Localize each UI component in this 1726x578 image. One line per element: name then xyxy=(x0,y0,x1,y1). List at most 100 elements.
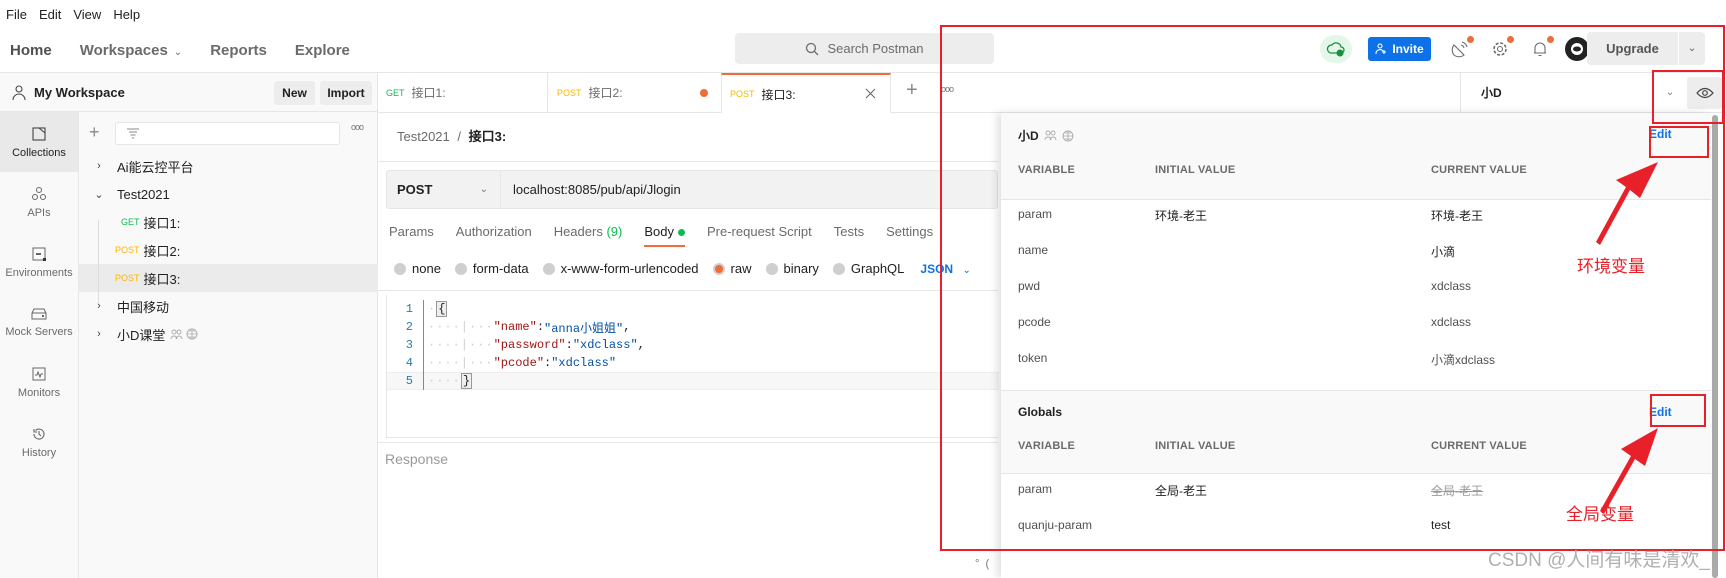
tab-label: 接口2: xyxy=(588,86,623,100)
monitors-icon xyxy=(32,367,46,380)
body-type-label: form-data xyxy=(472,261,529,276)
nav-explore[interactable]: Explore xyxy=(295,42,350,59)
method-value: POST xyxy=(397,182,433,197)
add-icon[interactable]: + xyxy=(89,120,100,144)
menu-view[interactable]: View xyxy=(73,7,101,22)
brace: } xyxy=(460,373,473,389)
collection-item[interactable]: ⌄ Test2021 xyxy=(79,180,378,208)
apis-icon xyxy=(32,186,46,200)
code-line: 3 ····|··· "password": "xdclass", xyxy=(387,336,999,354)
tab-settings[interactable]: Settings xyxy=(886,224,933,239)
divider xyxy=(378,161,998,162)
tab-label: 接口1: xyxy=(411,86,446,100)
radio-button xyxy=(542,262,555,275)
body-type-urlencoded[interactable]: x-www-form-urlencoded xyxy=(542,261,699,276)
tab-label: 接口3: xyxy=(761,87,796,102)
rail-apis[interactable]: APIs xyxy=(0,172,78,232)
line-number: 5 xyxy=(405,374,413,388)
user-icon xyxy=(12,84,26,100)
headers-count: (9) xyxy=(606,224,623,239)
rail-label: APIs xyxy=(27,206,51,219)
code-line: 4 ····|··· "pcode": "xdclass" xyxy=(387,354,999,372)
tree-guide-line xyxy=(98,220,99,304)
breadcrumb: Test2021 / 接口3: xyxy=(397,126,506,145)
import-button[interactable]: Import xyxy=(320,81,372,105)
json-key: "password" xyxy=(493,338,566,352)
menu-file[interactable]: File xyxy=(6,7,27,22)
url-input[interactable]: localhost:8085/pub/api/Jlogin xyxy=(513,171,681,208)
indent-guide: ····|··· xyxy=(428,338,494,352)
filter-input[interactable] xyxy=(115,122,340,145)
tab-authorization[interactable]: Authorization xyxy=(456,224,532,239)
annotation-env-label: 环境变量 xyxy=(1577,257,1645,276)
nav-home[interactable]: Home xyxy=(10,42,52,59)
chevron-right-icon: › xyxy=(97,300,101,312)
body-type-label: binary xyxy=(783,261,819,276)
request-item[interactable]: GET 接口1: xyxy=(79,208,378,236)
gutter xyxy=(423,300,424,318)
partial-icon: ° ( xyxy=(975,558,990,570)
indent-guide: ···· xyxy=(428,374,461,388)
rail-label: Monitors xyxy=(17,386,61,399)
radio-button xyxy=(765,262,778,275)
new-tab-icon[interactable]: + xyxy=(906,79,918,102)
tab-request-1[interactable]: GET 接口1: xyxy=(378,73,548,112)
rail-history[interactable]: History xyxy=(0,412,78,472)
menu-help[interactable]: Help xyxy=(113,7,140,22)
request-label: 接口3: xyxy=(143,271,181,287)
method-select[interactable]: POST ⌄ xyxy=(387,171,501,208)
nav-workspaces[interactable]: Workspaces ⌄ xyxy=(80,42,183,59)
workspace-bar: My Workspace New Import xyxy=(0,73,378,112)
body-type-binary[interactable]: binary xyxy=(765,261,819,276)
workspace-title[interactable]: My Workspace xyxy=(12,73,125,112)
tab-request-2[interactable]: POST 接口2: xyxy=(549,73,720,112)
rail-mock-servers[interactable]: Mock Servers xyxy=(0,292,78,352)
brace: { xyxy=(436,301,448,317)
tab-request-3[interactable]: POST 接口3: xyxy=(721,73,891,113)
code-line: 2 ····|··· "name": "anna小姐姐", xyxy=(387,318,999,336)
tab-headers[interactable]: Headers (9) xyxy=(554,224,623,239)
more-icon[interactable]: ooo xyxy=(351,122,364,132)
watermark: CSDN @人间有味是清欢_ xyxy=(1488,550,1710,571)
collections-icon xyxy=(32,126,46,141)
rail-environments[interactable]: Environments xyxy=(0,232,78,292)
collection-label: Test2021 xyxy=(117,186,170,202)
body-type-form-data[interactable]: form-data xyxy=(454,261,529,276)
method-badge: POST xyxy=(115,273,140,283)
method-badge: POST xyxy=(115,245,140,255)
tab-body[interactable]: Body xyxy=(644,224,685,247)
request-item-selected[interactable]: POST 接口3: xyxy=(79,264,378,292)
new-button[interactable]: New xyxy=(274,81,315,105)
menu-edit[interactable]: Edit xyxy=(39,7,61,22)
tab-pre-request-script[interactable]: Pre-request Script xyxy=(707,224,812,239)
unsaved-dot xyxy=(700,89,708,97)
rail-monitors[interactable]: Monitors xyxy=(0,352,78,412)
code-line-active: 5 ····} xyxy=(387,372,999,390)
tab-headers-label: Headers xyxy=(553,224,603,239)
breadcrumb-parent[interactable]: Test2021 xyxy=(397,129,450,144)
colon: : xyxy=(565,338,573,352)
json-value: "xdclass" xyxy=(572,338,638,352)
nav-reports[interactable]: Reports xyxy=(210,42,267,59)
rail-label: Collections xyxy=(12,146,66,159)
annotation-globals-label: 全局变量 xyxy=(1566,505,1634,524)
request-item[interactable]: POST 接口2: xyxy=(79,236,378,264)
json-key: "pcode" xyxy=(493,356,545,370)
rail-collections[interactable]: Collections xyxy=(0,112,78,172)
body-type-raw[interactable]: raw xyxy=(712,261,752,276)
collection-item[interactable]: › 小D课堂 xyxy=(79,320,378,348)
body-type-graphql[interactable]: GraphQL xyxy=(832,261,904,276)
tab-tests[interactable]: Tests xyxy=(834,224,864,239)
code-editor[interactable]: 1 ·{ 2 ····|··· "name": "anna小姐姐", 3 ····|···… xyxy=(386,295,999,438)
gutter xyxy=(423,318,424,336)
main-nav: Home Workspaces ⌄ Reports Explore xyxy=(10,28,350,73)
close-icon[interactable] xyxy=(865,88,876,99)
tab-params[interactable]: Params xyxy=(389,224,434,239)
rail-label: History xyxy=(21,446,57,459)
workspace-name: My Workspace xyxy=(34,85,125,100)
body-type-none[interactable]: none xyxy=(394,261,441,276)
radio-button xyxy=(454,262,467,275)
collection-item[interactable]: › 中国移动 xyxy=(79,292,378,320)
radio-button xyxy=(394,262,406,275)
collection-item[interactable]: › Ai能云控平台 xyxy=(79,152,378,180)
